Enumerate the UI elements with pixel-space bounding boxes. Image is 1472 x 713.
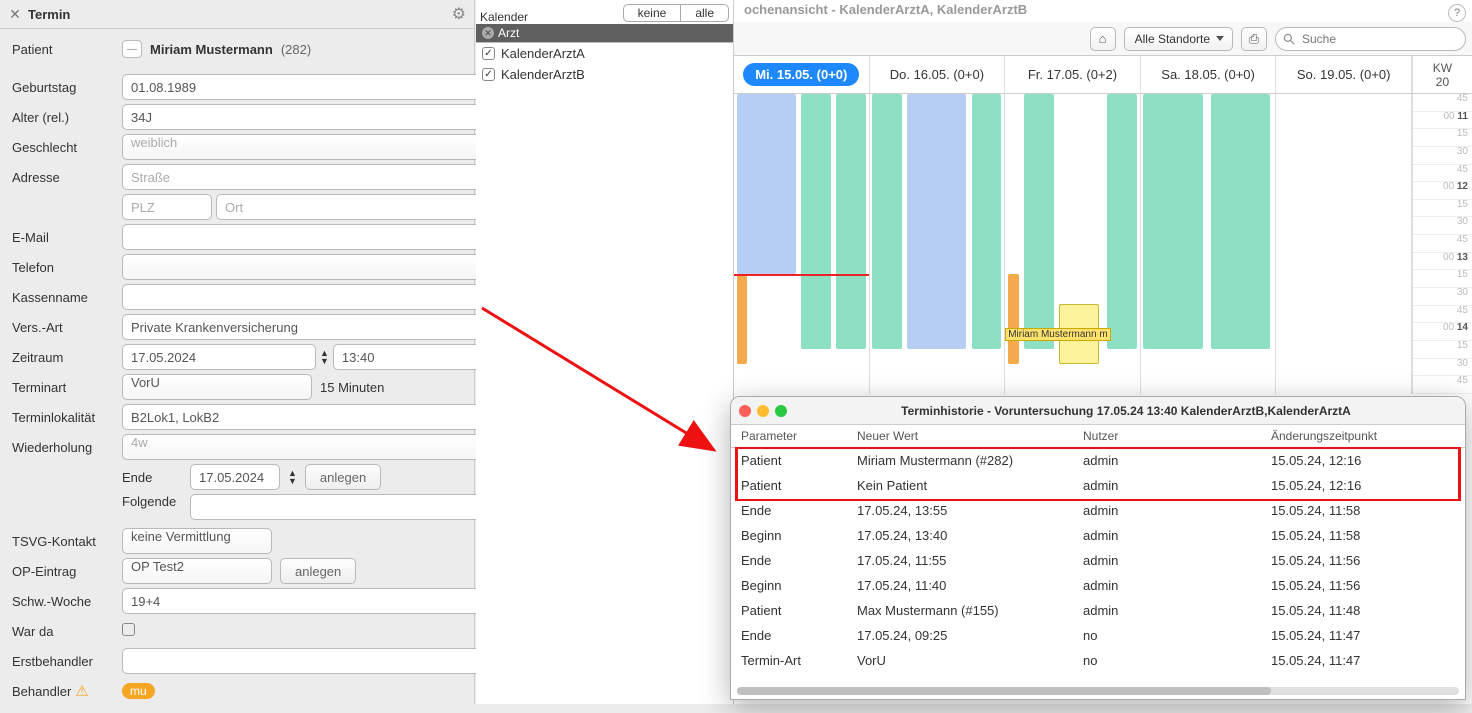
patient-label: Patient bbox=[12, 42, 116, 57]
close-group-icon[interactable]: ✕ bbox=[482, 27, 494, 39]
end-label: Ende bbox=[122, 470, 182, 485]
tsvg-select[interactable]: keine Vermittlung bbox=[122, 528, 272, 554]
filter-none-button[interactable]: keine bbox=[624, 5, 681, 21]
table-row[interactable]: Beginn17.05.24, 11:40admin15.05.24, 11:5… bbox=[731, 573, 1465, 598]
highlight-box bbox=[735, 447, 1461, 501]
window-zoom-icon[interactable] bbox=[775, 405, 787, 417]
table-row[interactable]: PatientMax Mustermann (#155)admin15.05.2… bbox=[731, 598, 1465, 623]
locality-label: Terminlokalität bbox=[12, 410, 116, 425]
day-header[interactable]: Fr. 17.05. (0+2) bbox=[1005, 56, 1141, 93]
beh-label: Behandler⚠ bbox=[12, 682, 116, 700]
day-header[interactable]: Mi. 15.05. (0+0) bbox=[734, 56, 870, 93]
day-col-sat[interactable] bbox=[1141, 94, 1277, 394]
day-col-wed[interactable] bbox=[734, 94, 870, 394]
print-icon[interactable]: ⎙ bbox=[1241, 27, 1267, 51]
filter-segment: keine alle bbox=[623, 4, 729, 22]
table-row[interactable]: Ende17.05.24, 13:55admin15.05.24, 11:58 bbox=[731, 498, 1465, 523]
day-col-thu[interactable] bbox=[870, 94, 1006, 394]
checkbox-icon[interactable]: ✓ bbox=[482, 47, 495, 60]
address-label: Adresse bbox=[12, 170, 116, 185]
calendar-item-label: KalenderArztB bbox=[501, 67, 585, 82]
stepper-icon[interactable]: ▲▼ bbox=[288, 469, 297, 485]
dialog-title: Terminhistorie - Voruntersuchung 17.05.2… bbox=[795, 404, 1457, 418]
kw-value: 20 bbox=[1436, 75, 1449, 89]
calendar-item-label: KalenderArztA bbox=[501, 46, 585, 61]
calendar-grid[interactable]: Miriam Mustermann m 4500 1115304500 1215… bbox=[734, 94, 1472, 394]
apptype-label: Terminart bbox=[12, 380, 116, 395]
email-label: E-Mail bbox=[12, 230, 116, 245]
calendar-item[interactable]: ✓ KalenderArztA bbox=[476, 43, 733, 64]
patient-id: (282) bbox=[281, 42, 311, 57]
plz-input[interactable] bbox=[122, 194, 212, 220]
day-col-sun[interactable] bbox=[1276, 94, 1412, 394]
following-label: Folgende bbox=[122, 494, 182, 520]
day-header[interactable]: Do. 16.05. (0+0) bbox=[870, 56, 1006, 93]
search-input[interactable] bbox=[1275, 27, 1466, 51]
date-from-input[interactable] bbox=[122, 344, 316, 370]
gear-icon[interactable]: ⚙ bbox=[452, 4, 466, 24]
anlegen-op-button[interactable]: anlegen bbox=[280, 558, 356, 584]
patient-chip-icon[interactable]: — bbox=[122, 40, 142, 58]
calendar-filter-panel: Kalender keine alle ✕Arzt ✓ KalenderArztA… bbox=[476, 0, 734, 704]
insurance-label: Kassenname bbox=[12, 290, 116, 305]
window-title: ochenansicht - KalenderArztA, KalenderAr… bbox=[734, 0, 1037, 19]
apptype-select[interactable]: VorU bbox=[122, 374, 312, 400]
close-icon[interactable]: ✕ bbox=[8, 7, 22, 21]
calendar-item[interactable]: ✓ KalenderArztB bbox=[476, 64, 733, 85]
table-row[interactable]: Ende17.05.24, 11:55admin15.05.24, 11:56 bbox=[731, 548, 1465, 573]
schw-label: Schw.-Woche bbox=[12, 594, 116, 609]
anlegen-button[interactable]: anlegen bbox=[305, 464, 381, 490]
appointment-label[interactable]: Miriam Mustermann m bbox=[1005, 328, 1110, 341]
warning-icon: ⚠ bbox=[75, 682, 88, 700]
day-header[interactable]: So. 19.05. (0+0) bbox=[1276, 56, 1412, 93]
window-close-icon[interactable] bbox=[739, 405, 751, 417]
op-label: OP-Eintrag bbox=[12, 564, 116, 579]
table-row[interactable]: Termin-ArtVorUno15.05.24, 11:47 bbox=[731, 648, 1465, 673]
erst-label: Erstbehandler bbox=[12, 654, 116, 669]
tsvg-label: TSVG-Kontakt bbox=[12, 534, 116, 549]
filter-all-button[interactable]: alle bbox=[680, 5, 728, 21]
verstype-label: Vers.-Art bbox=[12, 320, 116, 335]
panel-title: Termin bbox=[28, 7, 452, 22]
location-select[interactable]: Alle Standorte bbox=[1124, 27, 1233, 51]
patient-name: Miriam Mustermann bbox=[150, 42, 273, 57]
day-col-fri[interactable]: Miriam Mustermann m bbox=[1005, 94, 1141, 394]
repeat-label: Wiederholung bbox=[12, 440, 116, 455]
table-row[interactable]: Beginn17.05.24, 13:40admin15.05.24, 11:5… bbox=[731, 523, 1465, 548]
day-header[interactable]: Sa. 18.05. (0+0) bbox=[1141, 56, 1277, 93]
table-row[interactable]: Ende17.05.24, 09:25no15.05.24, 11:47 bbox=[731, 623, 1465, 648]
appointment-panel: ✕ Termin ⚙ Patient — Miriam Mustermann (… bbox=[0, 0, 475, 704]
warda-checkbox[interactable] bbox=[122, 623, 135, 636]
gender-label: Geschlecht bbox=[12, 140, 116, 155]
search-icon bbox=[1282, 32, 1296, 46]
age-label: Alter (rel.) bbox=[12, 110, 116, 125]
window-minimize-icon[interactable] bbox=[757, 405, 769, 417]
time-scale: 4500 1115304500 1215304500 1315304500 14… bbox=[1412, 94, 1472, 394]
duration-text: 15 Minuten bbox=[320, 380, 384, 395]
kw-label: KW bbox=[1433, 61, 1452, 75]
end-date-input[interactable] bbox=[190, 464, 280, 490]
birthday-label: Geburtstag bbox=[12, 80, 116, 95]
warda-label: War da bbox=[12, 624, 116, 639]
group-arzt[interactable]: ✕Arzt bbox=[476, 24, 733, 42]
history-dialog: Terminhistorie - Voruntersuchung 17.05.2… bbox=[730, 396, 1466, 700]
home-icon[interactable]: ⌂ bbox=[1090, 27, 1116, 51]
now-line bbox=[734, 274, 869, 276]
kalender-label: Kalender bbox=[480, 10, 623, 24]
checkbox-icon[interactable]: ✓ bbox=[482, 68, 495, 81]
help-icon[interactable]: ? bbox=[1448, 4, 1466, 22]
horizontal-scrollbar[interactable] bbox=[737, 687, 1459, 695]
phone-label: Telefon bbox=[12, 260, 116, 275]
op-select[interactable]: OP Test2 bbox=[122, 558, 272, 584]
kw-cell: KW 20 bbox=[1412, 56, 1472, 93]
mu-pill[interactable]: mu bbox=[122, 683, 155, 699]
table-header: Parameter Neuer Wert Nutzer Änderungszei… bbox=[731, 425, 1465, 448]
stepper-icon[interactable]: ▲▼ bbox=[320, 349, 329, 365]
period-label: Zeitraum bbox=[12, 350, 116, 365]
